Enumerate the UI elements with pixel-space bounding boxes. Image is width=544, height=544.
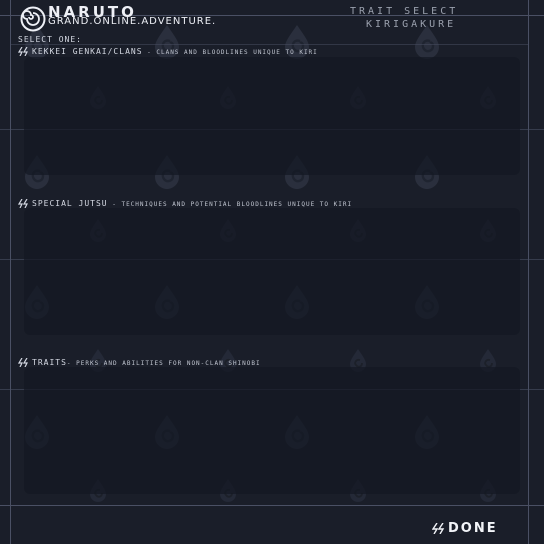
section-description: - PERKS AND ABILITIES FOR NON-CLAN SHINO…	[66, 360, 261, 367]
frame-line	[0, 505, 544, 506]
double-bolt-icon	[18, 358, 28, 367]
section-description: - TECHNIQUES AND POTENTIAL BLOODLINES UN…	[107, 201, 353, 208]
app-subtitle: GRAND.ONLINE.ADVENTURE.	[48, 16, 217, 27]
done-button[interactable]: DONE	[432, 520, 498, 536]
traits-options-panel[interactable]	[24, 367, 520, 494]
frame-line	[10, 44, 528, 45]
section-title: SPECIAL JUTSU	[32, 199, 108, 208]
double-bolt-icon	[18, 199, 28, 208]
konoha-swirl-icon	[20, 6, 46, 32]
kekkei-genkai-options-panel[interactable]	[24, 57, 520, 175]
trait-select-screen: NARUTO GRAND.ONLINE.ADVENTURE. TRAIT SEL…	[0, 0, 544, 544]
frame-line	[528, 0, 529, 544]
double-bolt-icon	[432, 522, 445, 534]
special-jutsu-options-panel[interactable]	[24, 208, 520, 335]
screen-title: TRAIT SELECT	[350, 6, 459, 17]
done-label: DONE	[448, 520, 498, 536]
section-description: - CLANS AND BLOODLINES UNIQUE TO KIRI	[142, 49, 318, 56]
village-name: KIRIGAKURE	[366, 19, 457, 30]
frame-line	[10, 0, 11, 544]
double-bolt-icon	[18, 47, 28, 56]
section-title: TRAITS	[32, 358, 67, 367]
select-prompt: SELECT ONE:	[18, 35, 82, 44]
section-title: KEKKEI GENKAI/CLANS	[32, 47, 143, 56]
